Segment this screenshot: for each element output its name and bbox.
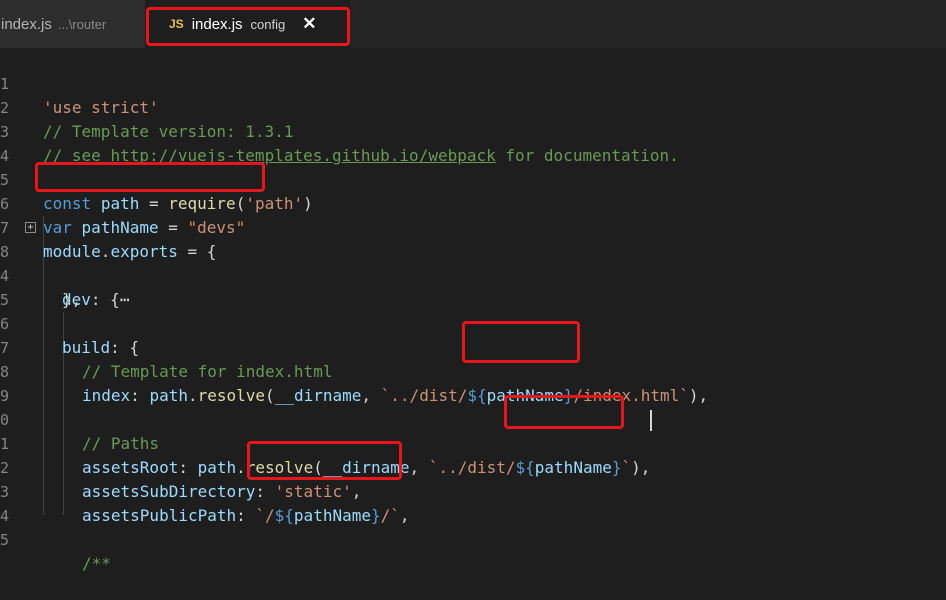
code-token: ( — [235, 194, 246, 213]
code-token: , — [361, 386, 381, 405]
code-token: ${ — [467, 386, 487, 405]
highlight-box-pathname-declaration — [35, 162, 265, 192]
code-line: 3 assetsPublicPath: `/${pathName}/`, — [0, 456, 410, 525]
tab-filename: index.js — [1, 15, 52, 33]
code-token: ` — [621, 458, 632, 477]
code-token: path — [197, 458, 237, 477]
code-token: ), — [631, 458, 651, 477]
code-token: require — [168, 194, 236, 213]
code-token: : { — [110, 338, 140, 357]
highlight-box-assetsroot-pathname — [504, 395, 624, 429]
highlight-box-index-pathname — [462, 321, 580, 363]
text-cursor — [650, 410, 652, 431]
code-token: /` — [380, 506, 400, 525]
highlight-box-active-tab — [146, 7, 350, 46]
code-token: assetsPublicPath — [82, 506, 237, 525]
code-token: . — [236, 458, 246, 477]
code-comment: /** — [82, 554, 111, 573]
code-token: ( — [265, 386, 275, 405]
code-token: path — [149, 386, 188, 405]
code-token: ), — [688, 386, 709, 405]
code-token: 'path' — [245, 194, 304, 213]
code-token: const — [43, 194, 92, 213]
code-token: build — [62, 338, 111, 357]
code-line: 6 build: { — [0, 288, 139, 357]
code-line: 2 assetsSubDirectory: 'static', — [0, 432, 361, 501]
code-token: ${ — [274, 506, 294, 525]
code-line: 2 // Template version: 1.3.1 — [0, 72, 293, 141]
code-token: module — [43, 242, 101, 261]
code-token: 'static' — [274, 482, 352, 501]
code-token: `../dist/ — [380, 386, 468, 405]
line-number: 5 — [0, 531, 10, 549]
code-token: . — [100, 242, 111, 261]
code-token: `/ — [255, 506, 275, 525]
code-line: 4 }, — [0, 240, 81, 309]
code-token: ${ — [515, 458, 535, 477]
folded-ellipsis[interactable]: ⋯ — [120, 290, 130, 309]
code-token: resolve — [197, 386, 266, 405]
expand-fold-icon[interactable]: + — [25, 222, 36, 233]
code-token: . — [187, 386, 198, 405]
code-line: 1 'use strict' — [0, 48, 159, 117]
code-token: = { — [177, 242, 217, 261]
code-comment: // Paths — [82, 434, 160, 453]
code-line: 0 // Paths — [0, 384, 159, 453]
code-token: , — [399, 506, 410, 525]
code-token: `../dist/ — [428, 458, 516, 477]
code-token: ) — [303, 194, 313, 213]
code-line: 1 assetsRoot: path.resolve(__dirname, `.… — [0, 408, 650, 477]
code-line: 8 + dev: {⋯ — [0, 216, 129, 309]
code-token: : — [130, 386, 150, 405]
code-line: 4 — [0, 480, 39, 525]
code-line: 5 /** — [0, 504, 111, 573]
code-token: }, — [62, 290, 82, 309]
code-token: assetsRoot — [82, 458, 179, 477]
code-token: pathName — [293, 506, 371, 525]
code-comment: // Template version: 1.3.1 — [43, 122, 294, 141]
code-comment: // Template for index.html — [82, 362, 333, 381]
code-line: 7 module.exports = { — [0, 192, 216, 261]
code-line: 9 — [0, 360, 39, 405]
code-token: = — [139, 194, 169, 213]
code-token: assetsSubDirectory — [82, 482, 256, 501]
code-token: : — [178, 458, 198, 477]
tab-bar: index.js ...\router JS index.js config ✕ — [0, 0, 946, 48]
code-line: 7 // Template for index.html — [0, 312, 332, 381]
code-token: exports — [110, 242, 178, 261]
code-line: 8 index: path.resolve(__dirname, `../dis… — [0, 336, 708, 405]
code-token: = — [158, 218, 188, 237]
code-token: "devs" — [187, 218, 246, 237]
code-line: 6 var pathName = "devs" — [0, 168, 245, 237]
code-line: 4 — [0, 120, 39, 165]
tab-path-description: ...\router — [57, 16, 107, 32]
code-token: var — [43, 218, 72, 237]
code-line: 3 // see http://vuejs-templates.github.i… — [0, 96, 679, 165]
code-comment: for documentation. — [495, 146, 679, 165]
code-token: : — [236, 506, 256, 525]
code-token: , — [351, 482, 362, 501]
code-token: } — [370, 506, 381, 525]
code-token: index — [82, 386, 131, 405]
code-token: , — [409, 458, 429, 477]
code-token: path — [100, 194, 140, 213]
code-token: : { — [90, 290, 120, 309]
code-token: 'use strict' — [43, 98, 159, 117]
code-token: __dirname — [274, 386, 362, 405]
highlight-box-publicpath-pathname — [247, 441, 402, 480]
code-token: pathName — [534, 458, 612, 477]
code-line: 5 const path = require('path') — [0, 144, 313, 213]
tab-router-index[interactable]: index.js ...\router — [0, 0, 145, 48]
code-token: : — [255, 482, 275, 501]
code-token: pathName — [81, 218, 159, 237]
code-line: 5 — [0, 264, 39, 309]
code-editor[interactable]: 1 'use strict' 2 // Template version: 1.… — [0, 48, 946, 573]
